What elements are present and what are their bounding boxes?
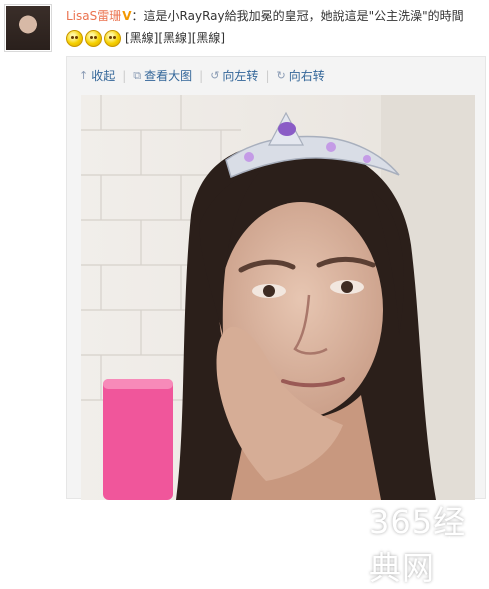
toolbar-divider: | <box>265 68 270 83</box>
emoji-icon <box>85 29 102 47</box>
image-toolbar: ↑ 收起 | ⧉ 查看大图 | ↺ 向左转 | ↻ 向右转 <box>79 67 325 84</box>
rotate-left-icon: ↺ <box>210 69 220 82</box>
rotate-right-label: 向右转 <box>288 69 325 83</box>
view-large-label: 查看大图 <box>144 69 193 83</box>
author-link[interactable]: LisaS雷珊 <box>66 9 121 23</box>
post-text: ：這是小RayRay給我加冕的皇冠，她說這是"公主洗澡"的時間 <box>131 9 464 23</box>
rotate-right-icon: ↻ <box>276 69 286 82</box>
emoji-icon <box>104 29 121 47</box>
emoticon-tags: [黑線][黑線][黑線] <box>125 31 226 45</box>
rotate-right-button[interactable]: ↻ 向右转 <box>276 67 324 84</box>
rotate-left-button[interactable]: ↺ 向左转 <box>210 67 258 84</box>
avatar-image <box>6 6 50 50</box>
collapse-label: 收起 <box>91 69 116 83</box>
post-header: LisaS雷珊V：這是小RayRay給我加冕的皇冠，她說這是"公主洗澡"的時間 <box>66 6 486 26</box>
post-photo[interactable] <box>81 95 475 500</box>
rotate-left-label: 向左转 <box>222 69 259 83</box>
avatar[interactable] <box>4 4 52 52</box>
collapse-button[interactable]: ↑ 收起 <box>79 67 115 84</box>
emoji-icon <box>66 29 83 47</box>
toolbar-divider: | <box>122 68 127 83</box>
zoom-icon: ⧉ <box>133 68 142 82</box>
media-box: ↑ 收起 | ⧉ 查看大图 | ↺ 向左转 | ↻ 向右转 365经典网 www… <box>66 56 486 587</box>
watermark-url: www.365jd.com <box>377 535 486 549</box>
verified-badge-icon: V <box>122 9 132 23</box>
emoji-row: [黑線][黑線][黑線] <box>66 28 225 48</box>
toolbar-divider: | <box>199 68 204 83</box>
arrow-up-icon: ↑ <box>79 69 89 82</box>
view-large-button[interactable]: ⧉ 查看大图 <box>133 67 192 84</box>
